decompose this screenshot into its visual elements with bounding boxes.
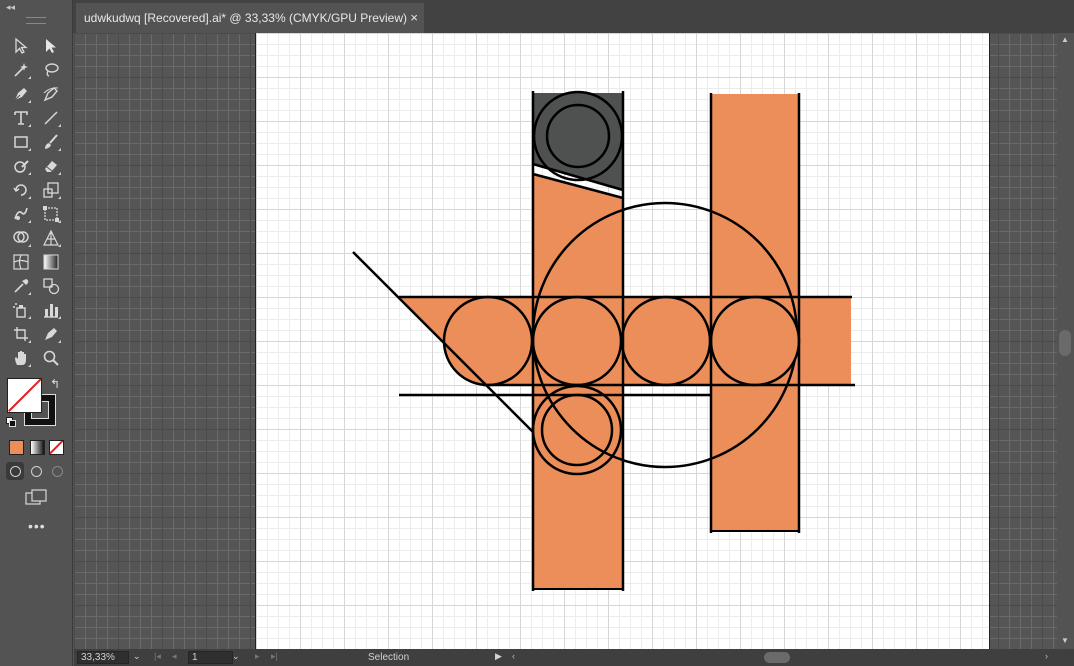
zoom-tool-icon[interactable] (40, 348, 62, 368)
hand-tool-icon[interactable] (10, 348, 32, 368)
scroll-up-icon[interactable]: ▲ (1061, 35, 1069, 44)
previous-artboard-icon[interactable]: ◂ (172, 651, 177, 662)
scroll-right-icon[interactable]: › (1045, 651, 1048, 661)
warp-tool-icon[interactable] (10, 204, 32, 224)
pen-tool-icon[interactable] (10, 84, 32, 104)
direct-selection-tool-icon[interactable] (40, 36, 62, 56)
status-bar: 33,33% ⌄ |◂ ◂ 1 ⌄ ▸ ▸| Selection ▶ ‹ › (74, 649, 1074, 666)
row-circle (531, 295, 623, 387)
status-text: Selection (368, 652, 410, 663)
none-mode-button[interactable] (49, 440, 64, 455)
row-circle (620, 295, 712, 387)
shape-builder-tool-icon[interactable] (10, 228, 32, 248)
status-menu-icon[interactable]: ▶ (495, 651, 502, 662)
row-circle (709, 295, 801, 387)
artwork[interactable] (74, 33, 1057, 649)
eyedropper-tool-icon[interactable] (10, 276, 32, 296)
horizontal-scroll-thumb[interactable] (764, 652, 790, 663)
artboard-number-field[interactable]: 1 (188, 651, 233, 664)
curvature-tool-icon[interactable] (40, 84, 62, 104)
shaper-tool-icon[interactable] (10, 156, 32, 176)
default-fill-stroke-icon[interactable] (6, 417, 16, 427)
collapse-panel-icon[interactable]: ◂◂ (6, 2, 15, 13)
close-icon[interactable]: × (410, 10, 418, 25)
column-graph-tool-icon[interactable] (40, 300, 62, 320)
scroll-left-icon[interactable]: ‹ (512, 651, 515, 661)
document-tab[interactable]: udwkudwq [Recovered].ai* @ 33,33% (CMYK/… (76, 3, 424, 33)
magic-wand-tool-icon[interactable] (10, 60, 32, 80)
fill-color-swatch[interactable] (7, 378, 42, 413)
chevron-down-icon[interactable]: ⌄ (133, 651, 141, 662)
zoom-level-field[interactable]: 33,33% (77, 651, 129, 664)
slice-tool-icon[interactable] (40, 324, 62, 344)
eraser-tool-icon[interactable] (40, 156, 62, 176)
free-transform-tool-icon[interactable] (40, 204, 62, 224)
vertical-scrollbar[interactable]: ▲ ▼ (1057, 33, 1074, 649)
gradient-mode-button[interactable] (30, 440, 45, 455)
scroll-down-icon[interactable]: ▼ (1061, 636, 1069, 645)
color-mode-button[interactable] (9, 440, 24, 455)
pasteboard[interactable] (74, 33, 1057, 649)
screen-mode-icon[interactable] (25, 489, 47, 505)
blend-tool-icon[interactable] (40, 276, 62, 296)
chevron-down-icon[interactable]: ⌄ (232, 651, 240, 662)
type-tool-icon[interactable] (10, 108, 32, 128)
perspective-grid-tool-icon[interactable] (40, 228, 62, 248)
swap-fill-stroke-icon[interactable]: ↰ (50, 377, 60, 391)
selection-tool-icon[interactable] (10, 36, 32, 56)
row-circle (442, 295, 534, 387)
gradient-tool-icon[interactable] (40, 252, 62, 272)
edit-toolbar-icon[interactable]: ••• (28, 518, 46, 534)
symbol-sprayer-tool-icon[interactable] (10, 300, 32, 320)
draw-normal-icon[interactable] (6, 462, 24, 480)
draw-behind-icon[interactable] (27, 462, 45, 480)
artboard-tool-icon[interactable] (10, 324, 32, 344)
first-artboard-icon[interactable]: |◂ (154, 651, 161, 662)
mesh-tool-icon[interactable] (10, 252, 32, 272)
lasso-tool-icon[interactable] (40, 60, 62, 80)
tools-panel: ◂◂ ↰ ••• (0, 0, 73, 666)
line-segment-tool-icon[interactable] (40, 108, 62, 128)
panel-grip[interactable] (26, 17, 46, 24)
scale-tool-icon[interactable] (40, 180, 62, 200)
last-artboard-icon[interactable]: ▸| (271, 651, 278, 662)
vertical-scroll-thumb[interactable] (1059, 330, 1071, 356)
document-tab-bar: udwkudwq [Recovered].ai* @ 33,33% (CMYK/… (73, 0, 1074, 33)
next-artboard-icon[interactable]: ▸ (255, 651, 260, 662)
rotate-tool-icon[interactable] (10, 180, 32, 200)
draw-inside-icon[interactable] (48, 462, 66, 480)
paintbrush-tool-icon[interactable] (40, 132, 62, 152)
rectangle-tool-icon[interactable] (10, 132, 32, 152)
document-title: udwkudwq [Recovered].ai* @ 33,33% (CMYK/… (84, 11, 407, 25)
